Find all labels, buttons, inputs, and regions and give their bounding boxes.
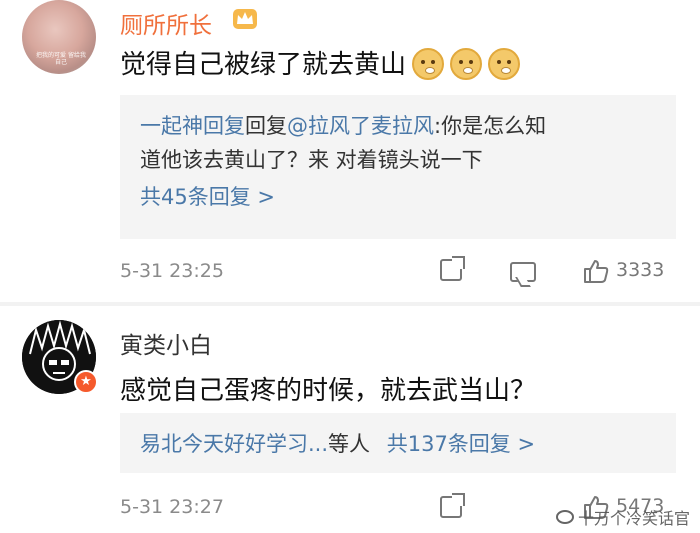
avatar-caption: 把我的可爱 留给我自己: [36, 52, 86, 66]
avatar[interactable]: 把我的可爱 留给我自己: [22, 0, 96, 74]
reply-username[interactable]: 一起神回复: [140, 114, 245, 138]
watermark-text: 十万个冷笑话官: [577, 509, 690, 528]
crown-icon: [233, 9, 257, 29]
comment-icon: [510, 256, 536, 282]
comment-timestamp: 5-31 23:27: [120, 496, 224, 518]
reply-text: 道他该去黄山了？来 对着镜头说一下: [140, 148, 483, 172]
share-button[interactable]: [440, 493, 465, 518]
doge-emoji-icon: [412, 47, 445, 80]
reply-verb: 回复: [245, 114, 287, 138]
reply-usernames[interactable]: 易北今天好好学习...: [140, 432, 328, 456]
doge-emoji-icon: [488, 47, 521, 80]
weibo-logo-icon: [555, 510, 574, 524]
comment-text: 感觉自己蛋疼的时候，就去武当山？: [120, 376, 537, 406]
share-icon: [440, 256, 465, 281]
reply-text: :你是怎么知: [434, 114, 547, 138]
reply-line: 道他该去黄山了？来 对着镜头说一下: [140, 143, 656, 177]
like-button[interactable]: 3333: [582, 257, 664, 283]
watermark: 十万个冷笑话官: [555, 505, 690, 529]
reply-count-link[interactable]: 共137条回复 >: [387, 432, 535, 456]
reply-line: 易北今天好好学习...等人 共137条回复 >: [140, 427, 656, 461]
share-icon: [440, 493, 465, 518]
reply-preview-box[interactable]: 一起神回复回复@拉风了麦拉风:你是怎么知 道他该去黄山了？来 对着镜头说一下 共…: [120, 95, 676, 239]
verified-badge: ★: [74, 370, 98, 394]
share-button[interactable]: [440, 256, 465, 281]
comment-timestamp: 5-31 23:25: [120, 260, 224, 282]
thumbs-up-icon: [582, 257, 609, 283]
reply-line: 一起神回复回复@拉风了麦拉风:你是怎么知: [140, 109, 656, 143]
username[interactable]: 寅类小白: [120, 326, 212, 360]
comment-item: ★ 寅类小白 感觉自己蛋疼的时候，就去武当山？ 易北今天好好学习...等人 共1…: [0, 306, 700, 533]
reply-preview-box[interactable]: 易北今天好好学习...等人 共137条回复 >: [120, 413, 676, 473]
reply-suffix: 等人: [328, 432, 371, 456]
reply-count-link[interactable]: 共45条回复 >: [140, 180, 656, 214]
username[interactable]: 厕所所长: [120, 6, 212, 40]
comment-text: 觉得自己被绿了就去黄山: [120, 44, 521, 82]
reply-mention[interactable]: @拉风了麦拉风: [287, 114, 434, 138]
like-count: 3333: [616, 259, 665, 281]
doge-emoji-icon: [450, 47, 483, 80]
comment-text-content: 觉得自己被绿了就去黄山: [120, 50, 407, 80]
comment-item: 把我的可爱 留给我自己 厕所所长 觉得自己被绿了就去黄山 一起神回复回复@拉风了…: [0, 0, 700, 305]
comment-button[interactable]: [510, 256, 536, 282]
